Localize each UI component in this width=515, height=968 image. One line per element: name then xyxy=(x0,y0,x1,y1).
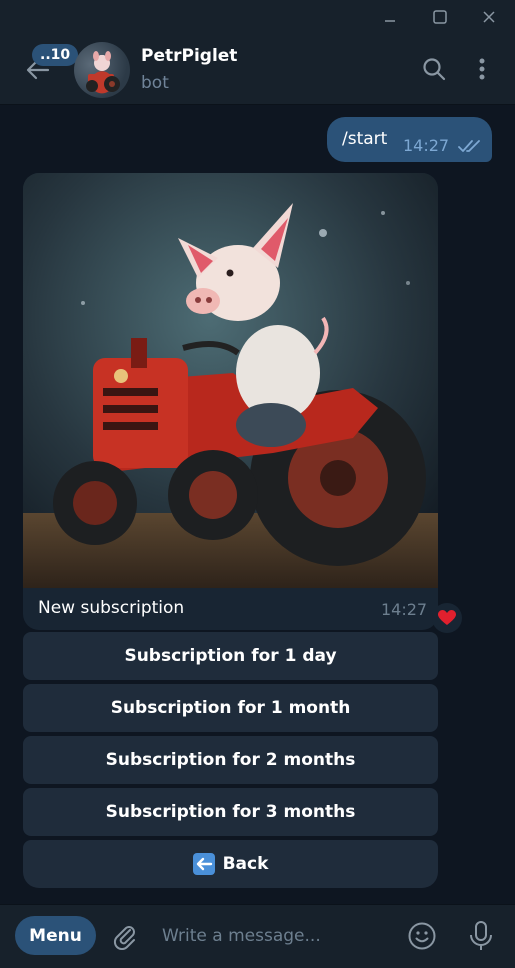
window-titlebar xyxy=(0,0,515,34)
emoji-icon[interactable] xyxy=(405,919,439,953)
chat-header: ..10 PetrPiglet bot xyxy=(0,34,515,105)
message-input[interactable] xyxy=(160,917,399,955)
button-label: Back xyxy=(222,854,269,874)
attach-icon[interactable] xyxy=(108,919,142,953)
message-time: 14:27 xyxy=(403,136,450,155)
message-time: 14:27 xyxy=(381,600,428,619)
more-vertical-icon[interactable] xyxy=(467,54,497,84)
message-text: /start xyxy=(342,129,388,149)
close-icon[interactable] xyxy=(467,0,511,34)
subscription-3-months-button[interactable]: Subscription for 3 months xyxy=(23,788,438,836)
message-photo[interactable] xyxy=(23,173,438,588)
microphone-icon[interactable] xyxy=(464,919,498,953)
button-label: Subscription for 1 day xyxy=(124,646,337,666)
back-button[interactable]: Back xyxy=(23,840,438,888)
maximize-icon[interactable] xyxy=(418,0,462,34)
subscription-1-day-button[interactable]: Subscription for 1 day xyxy=(23,632,438,680)
messages-area: /start 14:27 New subscription 14:27 Subs… xyxy=(0,105,515,902)
double-check-icon xyxy=(458,138,484,157)
minimize-icon[interactable] xyxy=(368,0,412,34)
chat-subtitle: bot xyxy=(141,73,169,93)
subscription-2-months-button[interactable]: Subscription for 2 months xyxy=(23,736,438,784)
heart-icon[interactable] xyxy=(432,603,462,633)
subscription-1-month-button[interactable]: Subscription for 1 month xyxy=(23,684,438,732)
message-composer: Menu xyxy=(0,904,515,968)
chat-title[interactable]: PetrPiglet xyxy=(141,46,237,66)
button-label: Subscription for 3 months xyxy=(105,802,356,822)
menu-button[interactable]: Menu xyxy=(15,916,96,955)
search-icon[interactable] xyxy=(419,54,449,84)
button-label: Subscription for 2 months xyxy=(105,750,356,770)
message-caption: New subscription xyxy=(38,598,185,618)
unread-count-badge: ..10 xyxy=(32,44,79,66)
button-label: Subscription for 1 month xyxy=(110,698,351,718)
incoming-photo-message[interactable]: New subscription 14:27 xyxy=(23,173,438,630)
avatar[interactable] xyxy=(74,42,130,98)
back-emoji-icon xyxy=(192,853,215,875)
outgoing-message[interactable]: /start 14:27 xyxy=(327,117,492,162)
